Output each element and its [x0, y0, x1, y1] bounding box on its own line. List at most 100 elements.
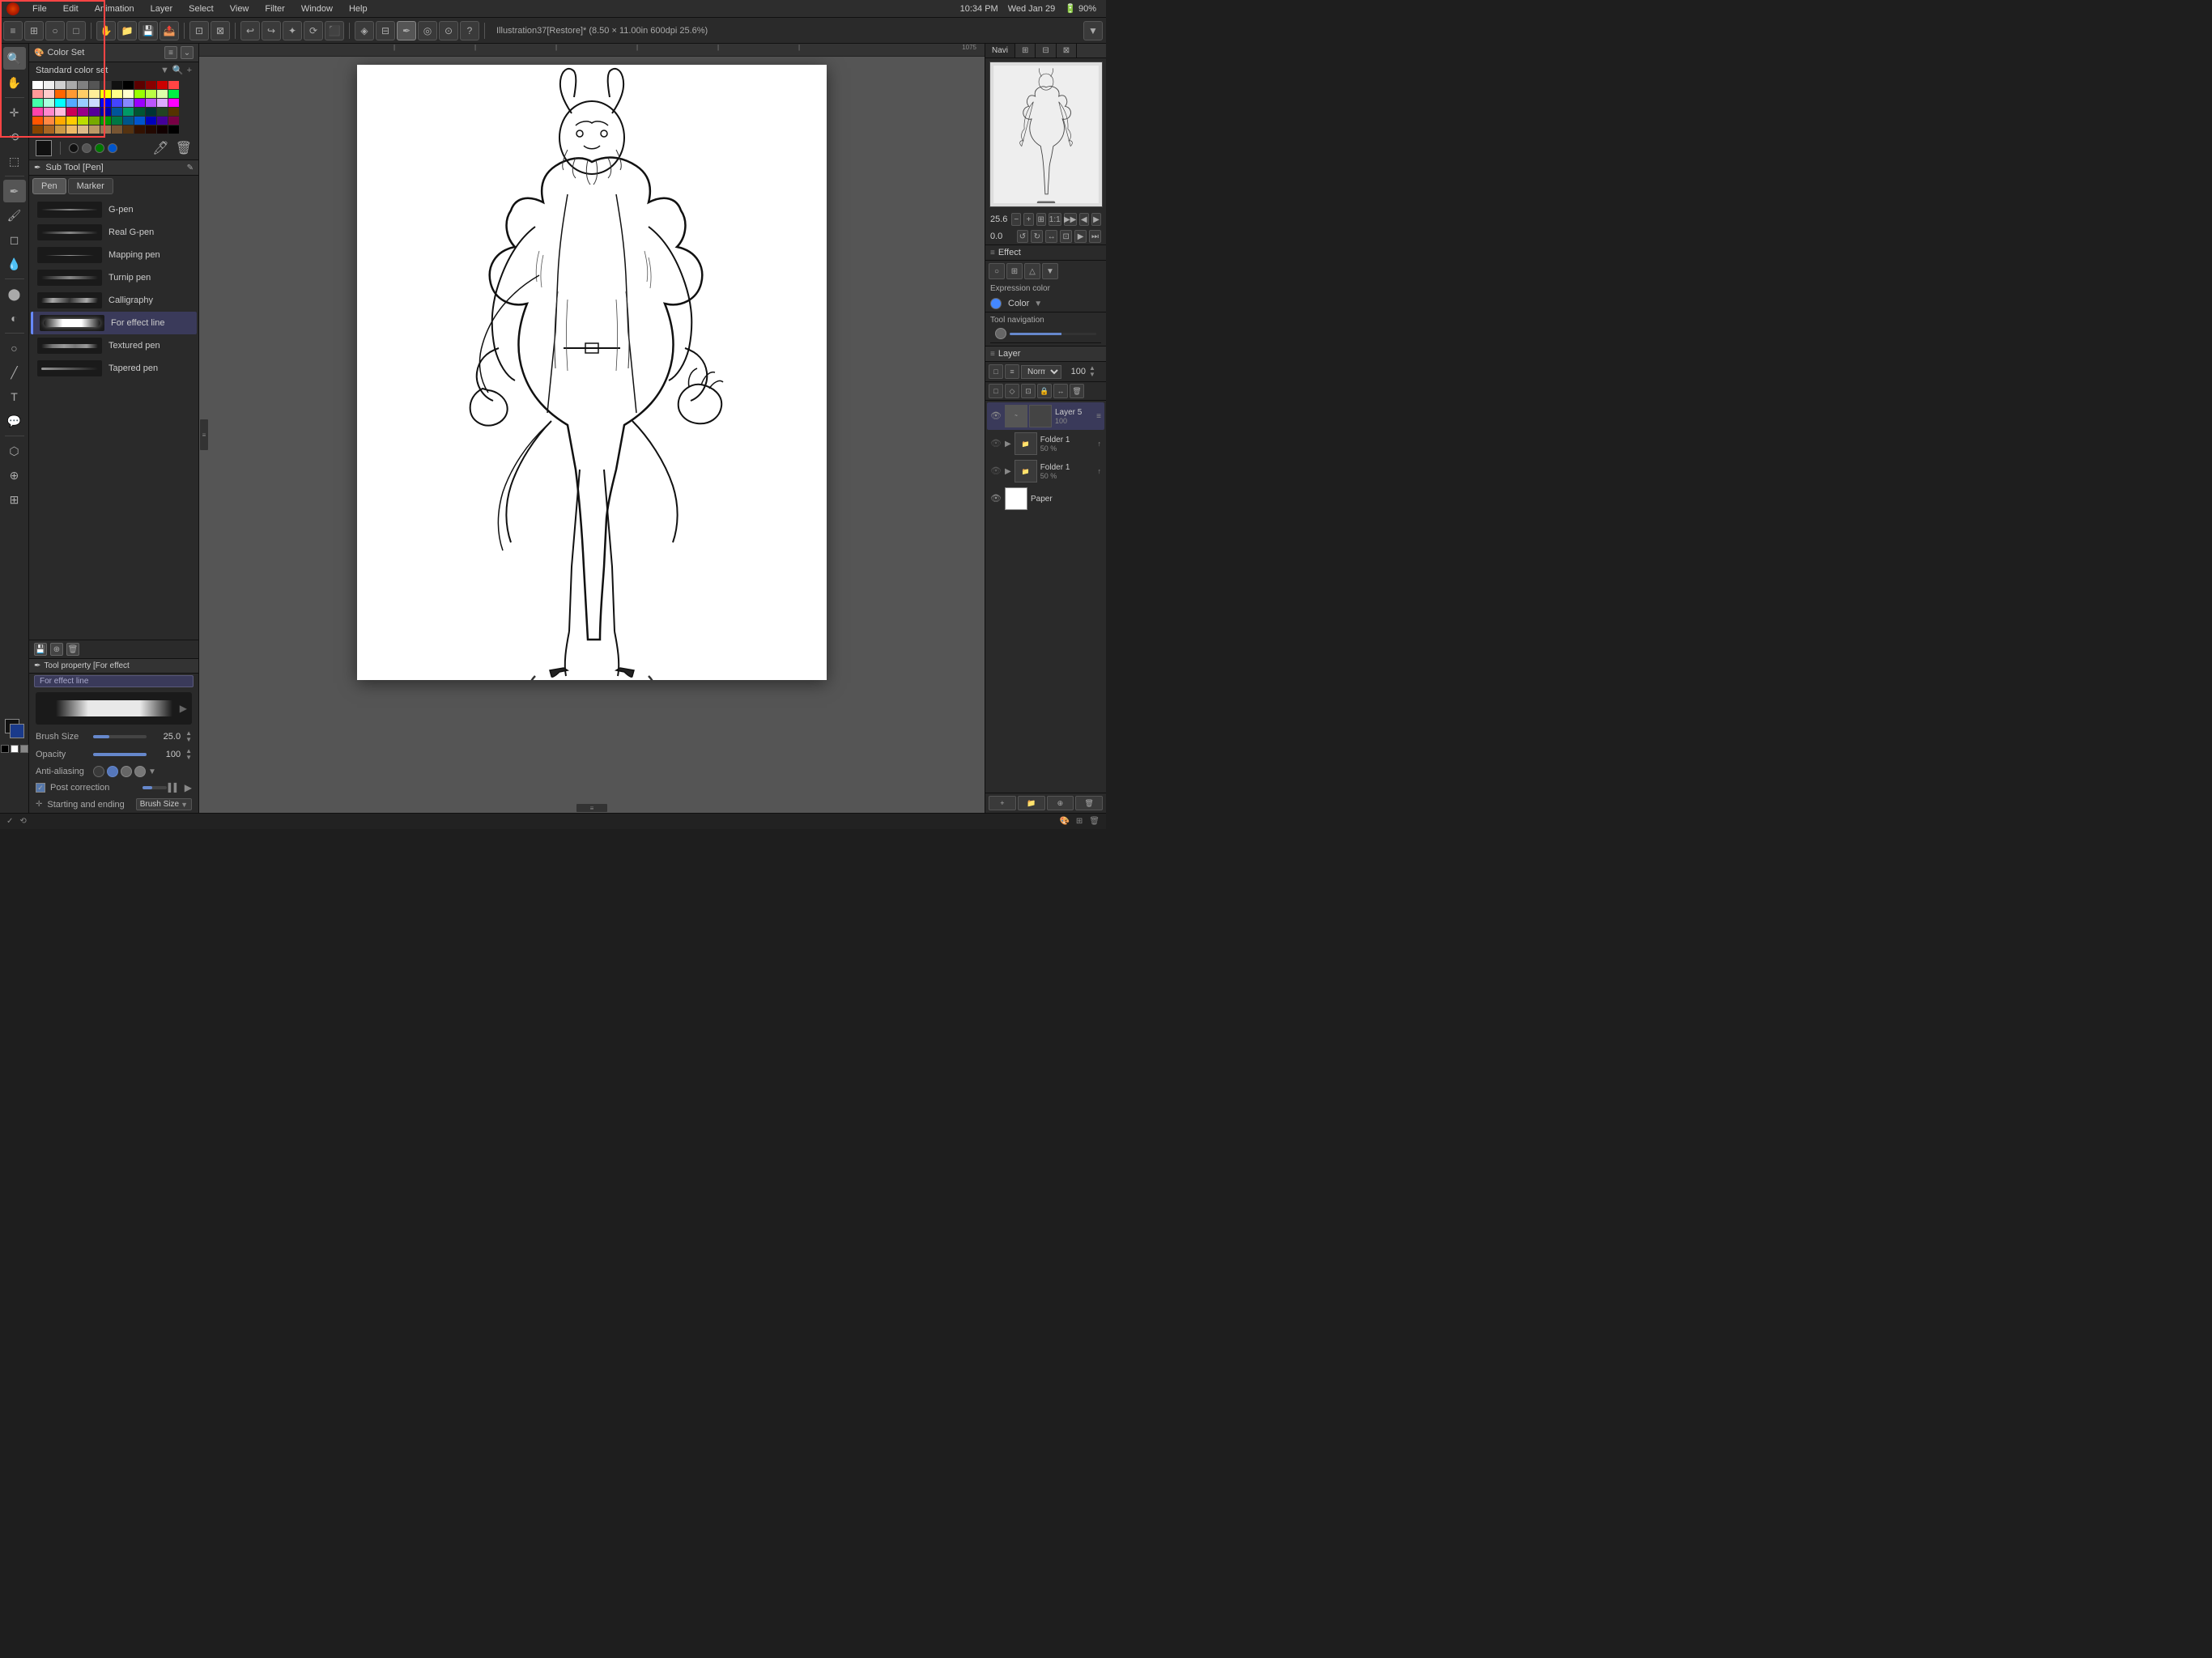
color-swatch[interactable]: [32, 81, 43, 89]
toolbar-save[interactable]: 💾: [138, 21, 158, 40]
post-correction-arrow[interactable]: ▶: [185, 782, 192, 793]
color-swatch[interactable]: [32, 117, 43, 125]
nav-play-btn[interactable]: ▶: [1074, 230, 1087, 243]
color-swatch[interactable]: [123, 90, 134, 98]
sub-tool-copy-btn[interactable]: ⊕: [50, 643, 63, 656]
flip-h-btn[interactable]: ↔: [1045, 230, 1057, 243]
opacity-stepper[interactable]: ▲ ▼: [185, 748, 192, 761]
aa-weak[interactable]: [107, 766, 118, 777]
toolbar-circle[interactable]: ○: [45, 21, 65, 40]
toolbar-new[interactable]: ≡: [3, 21, 23, 40]
color-swatch[interactable]: [32, 99, 43, 107]
layer-f1-arrow[interactable]: ▶: [1005, 440, 1011, 449]
color-swatch[interactable]: [66, 125, 77, 134]
toolbar-filter[interactable]: ✦: [283, 21, 302, 40]
layer-new-mask[interactable]: ⊡: [1021, 384, 1036, 398]
canvas-left-divider[interactable]: ≡: [199, 419, 209, 451]
toolbar-select2[interactable]: ⊟: [376, 21, 395, 40]
color-set-menu-btn[interactable]: ≡: [164, 46, 177, 59]
color-swatch[interactable]: [89, 108, 100, 116]
color-swatch[interactable]: [66, 108, 77, 116]
zoom-reset-btn[interactable]: 1:1: [1049, 213, 1061, 226]
color-swatch[interactable]: [112, 108, 122, 116]
menu-animation[interactable]: Animation: [91, 4, 138, 14]
color-swatch[interactable]: [78, 90, 88, 98]
color-swatch[interactable]: [44, 117, 54, 125]
color-swatch[interactable]: [100, 99, 111, 107]
color-set-expand-btn[interactable]: ⌄: [181, 46, 194, 59]
right-tab-3[interactable]: ⊟: [1036, 44, 1056, 57]
color-swatch[interactable]: [112, 99, 122, 107]
color-swatch[interactable]: [168, 125, 179, 134]
color-bucket-icon[interactable]: 🗑: [176, 140, 192, 156]
color-set-dropdown-arrow[interactable]: ▼: [160, 66, 169, 75]
color-swatch[interactable]: [44, 125, 54, 134]
color-swatch[interactable]: [55, 99, 66, 107]
layer-opacity-stepper[interactable]: ▲ ▼: [1089, 365, 1095, 378]
color-swatch[interactable]: [32, 125, 43, 134]
toolbar-eraser[interactable]: ◎: [418, 21, 437, 40]
color-swatch[interactable]: [146, 99, 156, 107]
tool-text[interactable]: T: [3, 385, 26, 408]
color-dot-blue[interactable]: [108, 143, 117, 153]
layer-opacity-down[interactable]: ▼: [1089, 372, 1095, 378]
color-swatch[interactable]: [134, 108, 145, 116]
menu-filter[interactable]: Filter: [262, 4, 287, 14]
color-swatch[interactable]: [89, 90, 100, 98]
brush-turnip-pen[interactable]: Turnip pen: [31, 266, 197, 289]
rotate-ccw-btn[interactable]: ↺: [1017, 230, 1029, 243]
layer-delete-btn[interactable]: 🗑: [1070, 384, 1084, 398]
color-swatch[interactable]: [112, 117, 122, 125]
brush-real-g-pen[interactable]: Real G-pen: [31, 221, 197, 244]
layer-folder-1[interactable]: 👁 ▶ 📁 Folder 1 50 % ↑: [987, 430, 1104, 457]
quick-white[interactable]: [11, 745, 19, 753]
color-swatch[interactable]: [55, 125, 66, 134]
effect-circle-icon[interactable]: ○: [989, 263, 1005, 279]
color-swatch[interactable]: [134, 90, 145, 98]
toolbar-crop[interactable]: ⊡: [189, 21, 209, 40]
layer-f1-expand[interactable]: ↑: [1098, 440, 1102, 448]
sketch-container[interactable]: [357, 65, 827, 680]
color-swatch[interactable]: [100, 90, 111, 98]
starting-ending-dropdown[interactable]: ▼: [181, 801, 188, 809]
menu-view[interactable]: View: [227, 4, 253, 14]
tool-zoom[interactable]: 🔍: [3, 47, 26, 70]
menu-help[interactable]: Help: [346, 4, 371, 14]
post-correction-checkbox[interactable]: ✓: [36, 783, 45, 793]
starting-ending-select[interactable]: Brush Size ▼: [136, 798, 192, 810]
toolbar-hand[interactable]: ✋: [96, 21, 116, 40]
color-swatch[interactable]: [112, 90, 122, 98]
sub-tool-add-icon[interactable]: ✎: [187, 164, 194, 172]
active-color-display[interactable]: [36, 140, 52, 156]
sub-tool-delete-btn[interactable]: 🗑: [66, 643, 79, 656]
tool-guide[interactable]: ⊕: [3, 464, 26, 487]
toolbar-undo[interactable]: ↩: [240, 21, 260, 40]
brush-size-slider[interactable]: [93, 735, 147, 738]
layer-item-5[interactable]: 👁 ~ Layer 5 100 ≡: [987, 402, 1104, 430]
tool-balloon[interactable]: 💬: [3, 410, 26, 432]
canvas-bottom-divider[interactable]: ≡: [576, 803, 608, 813]
brush-g-pen[interactable]: G-pen: [31, 198, 197, 221]
color-swatch[interactable]: [44, 90, 54, 98]
color-swatch[interactable]: [123, 125, 134, 134]
tool-pen[interactable]: ✒: [3, 180, 26, 202]
color-swatch[interactable]: [100, 117, 111, 125]
layer-new-vector[interactable]: ◇: [1005, 384, 1019, 398]
color-swatch[interactable]: [123, 108, 134, 116]
color-swatch[interactable]: [66, 81, 77, 89]
layer-icon2[interactable]: ≡: [1005, 364, 1019, 379]
brush-size-down[interactable]: ▼: [185, 737, 192, 743]
menu-file[interactable]: File: [29, 4, 50, 14]
brush-textured-pen[interactable]: Textured pen: [31, 334, 197, 357]
tool-shape[interactable]: ○: [3, 337, 26, 359]
color-swatch[interactable]: [89, 125, 100, 134]
effect-grid-icon[interactable]: ⊞: [1006, 263, 1023, 279]
brush-calligraphy[interactable]: Calligraphy: [31, 289, 197, 312]
quick-black[interactable]: [1, 745, 9, 753]
layer-vis-f2[interactable]: 👁: [990, 466, 1002, 477]
post-correction-slider[interactable]: [143, 786, 167, 789]
tab-marker[interactable]: Marker: [68, 178, 113, 194]
tool-gradient[interactable]: ◐: [3, 307, 26, 329]
effect-dropdown-icon[interactable]: ▼: [1042, 263, 1058, 279]
color-swatch[interactable]: [168, 90, 179, 98]
